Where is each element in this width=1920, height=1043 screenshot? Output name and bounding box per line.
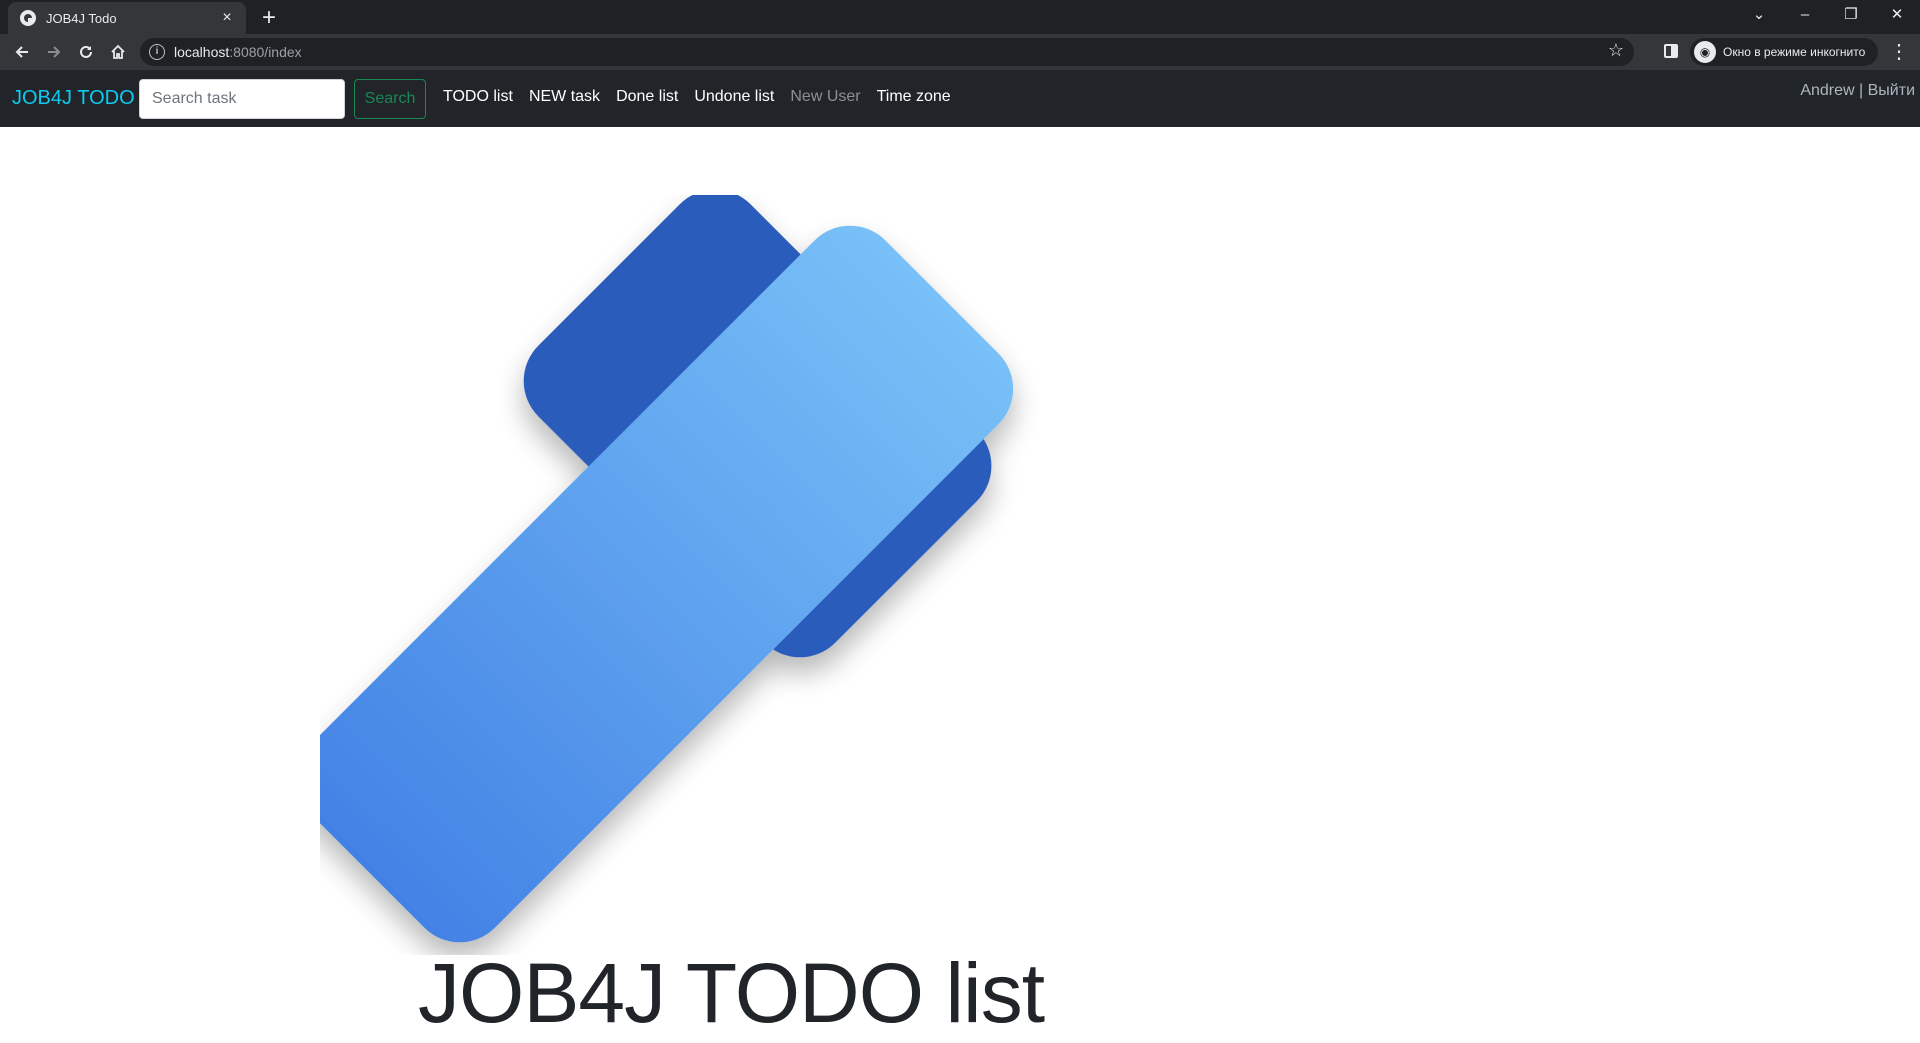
address-bar[interactable]: i localhost:8080/index ☆ xyxy=(140,38,1634,66)
incognito-icon: ◉ xyxy=(1694,41,1716,63)
nav-link-undone-list[interactable]: Undone list xyxy=(686,88,782,106)
minimize-icon[interactable]: – xyxy=(1782,0,1828,30)
reload-icon[interactable] xyxy=(72,38,100,66)
browser-toolbar: i localhost:8080/index ☆ ◉ Окно в режиме… xyxy=(0,34,1920,70)
back-arrow-icon[interactable] xyxy=(8,38,36,66)
browser-tab-strip: JOB4J Todo × + ⌄ – ❐ ✕ xyxy=(0,0,1920,34)
nav-link-new-task[interactable]: NEW task xyxy=(521,88,608,106)
browser-tab[interactable]: JOB4J Todo × xyxy=(8,2,246,34)
checkmark-logo-icon xyxy=(320,195,1014,943)
user-name[interactable]: Andrew xyxy=(1800,82,1854,99)
close-window-icon[interactable]: ✕ xyxy=(1874,0,1920,30)
user-area: Andrew | Выйти xyxy=(1800,82,1915,100)
logout-link[interactable]: Выйти xyxy=(1868,82,1915,99)
side-panel-icon[interactable] xyxy=(1664,44,1678,58)
new-tab-button[interactable]: + xyxy=(254,4,284,32)
tab-close-icon[interactable]: × xyxy=(218,9,236,27)
nav-links: TODO list NEW task Done list Undone list… xyxy=(435,88,959,106)
incognito-indicator[interactable]: ◉ Окно в режиме инкогнито xyxy=(1690,38,1878,66)
nav-link-new-user[interactable]: New User xyxy=(782,88,868,106)
star-icon[interactable]: ☆ xyxy=(1608,40,1624,61)
user-separator: | xyxy=(1854,82,1868,99)
url-text: localhost:8080/index xyxy=(174,44,302,60)
nav-link-time-zone[interactable]: Time zone xyxy=(869,88,959,106)
app-navbar: JOB4J TODO Search TODO list NEW task Don… xyxy=(0,70,1920,127)
search-input[interactable] xyxy=(139,79,345,119)
search-button[interactable]: Search xyxy=(354,79,426,119)
home-icon[interactable] xyxy=(104,38,132,66)
nav-link-done-list[interactable]: Done list xyxy=(608,88,686,106)
tab-search-icon[interactable]: ⌄ xyxy=(1736,0,1782,30)
info-icon[interactable]: i xyxy=(149,44,165,60)
forward-arrow-icon[interactable] xyxy=(40,38,68,66)
nav-link-todo-list[interactable]: TODO list xyxy=(435,88,521,106)
tab-title: JOB4J Todo xyxy=(46,10,117,26)
globe-icon xyxy=(20,10,36,26)
page-title: JOB4J TODO list xyxy=(418,946,1045,1040)
kebab-menu-icon[interactable]: ⋮ xyxy=(1888,38,1910,66)
incognito-label: Окно в режиме инкогнито xyxy=(1723,45,1866,59)
restore-icon[interactable]: ❐ xyxy=(1828,0,1874,30)
brand-link[interactable]: JOB4J TODO xyxy=(12,87,135,110)
